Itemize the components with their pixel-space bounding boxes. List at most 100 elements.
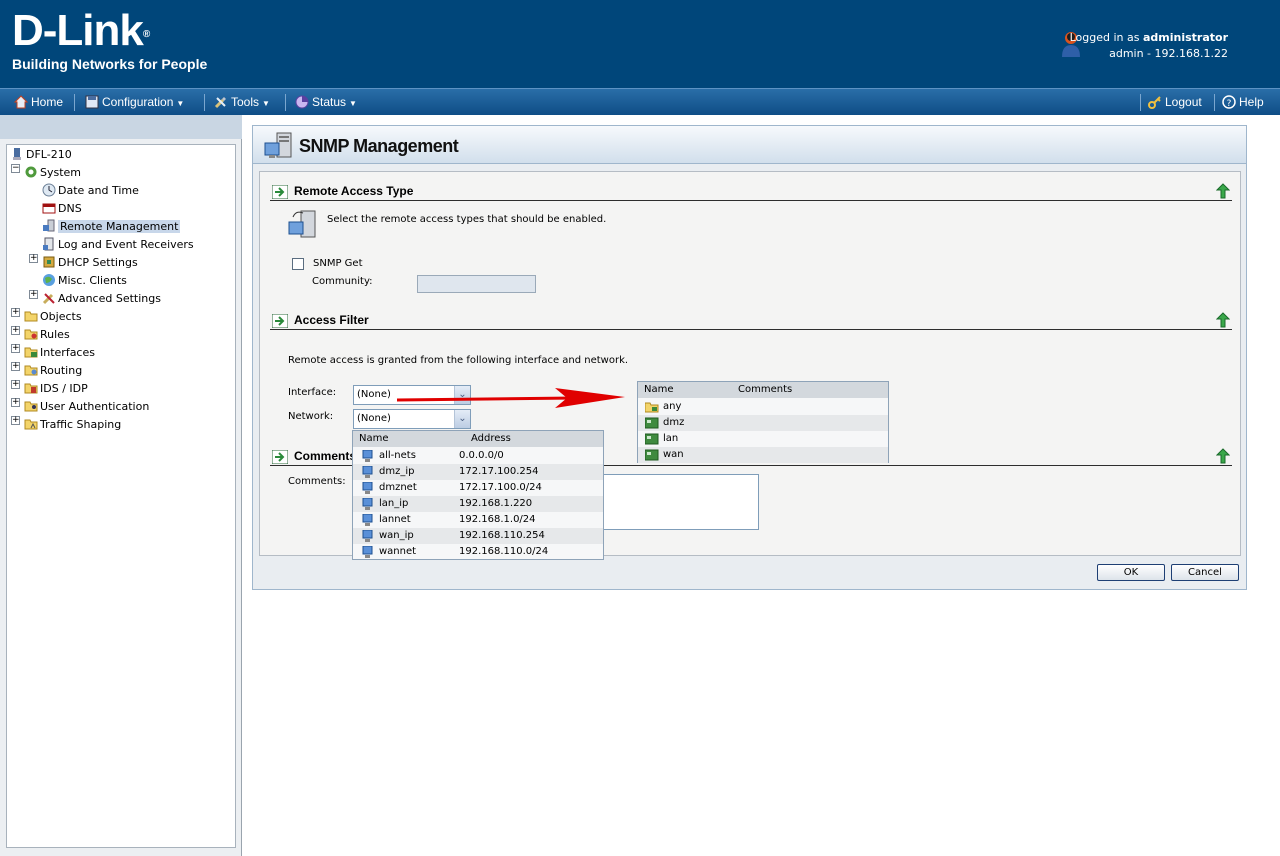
tree-item-dns[interactable]: DNS [42, 200, 82, 218]
chevron-down-icon: ▼ [262, 99, 270, 108]
dlink-logo: D-Link® Building Networks for People [12, 8, 207, 73]
network-select-value: (None) [357, 413, 391, 424]
tree-item-system[interactable]: System [24, 164, 81, 182]
section-arrow-icon [272, 450, 288, 464]
host-icon [362, 514, 373, 526]
expand-toggle[interactable]: + [11, 362, 20, 371]
logged-in-user: administrator [1142, 31, 1228, 44]
app-header: D-Link® Building Networks for People Log… [0, 0, 1280, 88]
tree-item-interfaces[interactable]: Interfaces [24, 344, 95, 362]
tools-icon [42, 293, 55, 305]
collapse-section-icon[interactable] [1216, 312, 1230, 328]
collapse-toggle[interactable]: − [11, 164, 20, 173]
clock-icon [42, 183, 56, 197]
cancel-button[interactable]: Cancel [1171, 564, 1239, 581]
network-option[interactable]: all-nets 0.0.0.0/0 [353, 448, 603, 464]
nav-tools-label: Tools [231, 95, 260, 109]
tree-item-routing[interactable]: Routing [24, 362, 82, 380]
expand-toggle[interactable]: + [11, 380, 20, 389]
floppy-icon [85, 95, 99, 109]
tree-item-advanced-settings[interactable]: Advanced Settings [42, 290, 161, 308]
nav-status[interactable]: Status ▼ [295, 89, 357, 115]
comments-label: Comments: [288, 476, 346, 487]
nav-configuration[interactable]: Configuration ▼ [85, 89, 184, 115]
community-input[interactable] [417, 275, 536, 293]
tools-icon [214, 97, 226, 109]
tree-item-ids-idp[interactable]: IDS / IDP [24, 380, 88, 398]
tree-item-label: User Authentication [40, 400, 150, 413]
tree-item-label: Advanced Settings [58, 292, 161, 305]
tree-item-rules[interactable]: Rules [24, 326, 70, 344]
host-icon [362, 466, 373, 478]
expand-toggle[interactable]: + [11, 344, 20, 353]
interface-option[interactable]: dmz [638, 415, 888, 431]
access-filter-description: Remote access is granted from the follow… [288, 355, 629, 366]
snmp-get-label: SNMP Get [313, 258, 363, 269]
nav-home[interactable]: Home [14, 89, 63, 115]
column-header-name: Name [644, 384, 674, 395]
tree-item-label: Routing [40, 364, 83, 377]
network-select[interactable]: (None) ⌄ [353, 409, 471, 429]
network-option[interactable]: lan_ip 192.168.1.220 [353, 496, 603, 512]
tree-item-label: Remote Management [58, 220, 181, 233]
interface-option[interactable]: lan [638, 431, 888, 447]
panel-title-bar: SNMP Management [253, 126, 1246, 164]
network-option-address: 192.168.110.0/24 [459, 546, 549, 557]
logged-in-prefix: Logged in as [1069, 31, 1140, 44]
tree-item-root[interactable]: DFL-210 [10, 146, 72, 164]
network-card-icon [645, 417, 659, 429]
network-label: Network: [288, 411, 334, 422]
expand-toggle[interactable]: + [29, 290, 38, 299]
network-dropdown-list: Name Address all-nets 0.0.0.0/0 dmz_ip 1… [352, 430, 604, 560]
network-option-address: 192.168.1.0/24 [459, 514, 536, 525]
tree-item-date-time[interactable]: Date and Time [42, 182, 139, 200]
network-option[interactable]: dmz_ip 172.17.100.254 [353, 464, 603, 480]
expand-toggle[interactable]: + [11, 416, 20, 425]
interface-option[interactable]: any [638, 399, 888, 415]
access-filter-section-header: Access Filter [270, 312, 1232, 330]
network-option-name: dmznet [379, 482, 417, 493]
annotation-arrow-icon [396, 388, 625, 408]
collapse-section-icon[interactable] [1216, 183, 1230, 199]
home-icon [14, 95, 28, 109]
tree-item-misc-clients[interactable]: Misc. Clients [42, 272, 127, 290]
snmp-get-checkbox[interactable] [292, 258, 304, 270]
chevron-down-icon[interactable]: ⌄ [454, 410, 470, 428]
expand-toggle[interactable]: + [11, 308, 20, 317]
tree-item-log-receivers[interactable]: Log and Event Receivers [42, 236, 194, 254]
registered-mark: ® [142, 29, 150, 40]
interface-option[interactable]: wan [638, 447, 888, 463]
network-dropdown-header: Name Address [353, 431, 603, 447]
column-header-name: Name [359, 433, 389, 444]
tree-item-user-authentication[interactable]: User Authentication [24, 398, 149, 416]
tree-item-label: System [40, 166, 82, 179]
tree-item-remote-management[interactable]: Remote Management [42, 218, 181, 236]
tree-item-traffic-shaping[interactable]: Traffic Shaping [24, 416, 121, 434]
expand-toggle[interactable]: + [29, 254, 38, 263]
remote-management-icon [43, 219, 55, 232]
traffic-shaping-icon [24, 419, 38, 430]
nav-logout-label: Logout [1165, 95, 1202, 109]
ok-button[interactable]: OK [1097, 564, 1165, 581]
tree-item-objects[interactable]: Objects [24, 308, 82, 326]
network-option[interactable]: lannet 192.168.1.0/24 [353, 512, 603, 528]
nav-tools[interactable]: Tools ▼ [214, 89, 270, 115]
network-option[interactable]: dmznet 172.17.100.0/24 [353, 480, 603, 496]
nav-help[interactable]: ? Help [1222, 89, 1264, 115]
network-option-address: 172.17.100.0/24 [459, 482, 542, 493]
collapse-section-icon[interactable] [1216, 448, 1230, 464]
tree-item-label: Date and Time [58, 184, 139, 197]
nav-logout[interactable]: Logout [1148, 89, 1202, 115]
interface-option-name: lan [663, 433, 679, 444]
network-option[interactable]: wan_ip 192.168.110.254 [353, 528, 603, 544]
nav-divider [1214, 94, 1215, 111]
help-icon: ? [1222, 95, 1236, 109]
network-option[interactable]: wannet 192.168.110.0/24 [353, 544, 603, 560]
expand-toggle[interactable]: + [11, 398, 20, 407]
expand-toggle[interactable]: + [11, 326, 20, 335]
svg-text:?: ? [1227, 99, 1232, 109]
remote-access-section-header: Remote Access Type [270, 183, 1232, 201]
tree-item-dhcp-settings[interactable]: DHCP Settings [42, 254, 138, 272]
host-icon [362, 450, 373, 462]
interface-label: Interface: [288, 387, 337, 398]
